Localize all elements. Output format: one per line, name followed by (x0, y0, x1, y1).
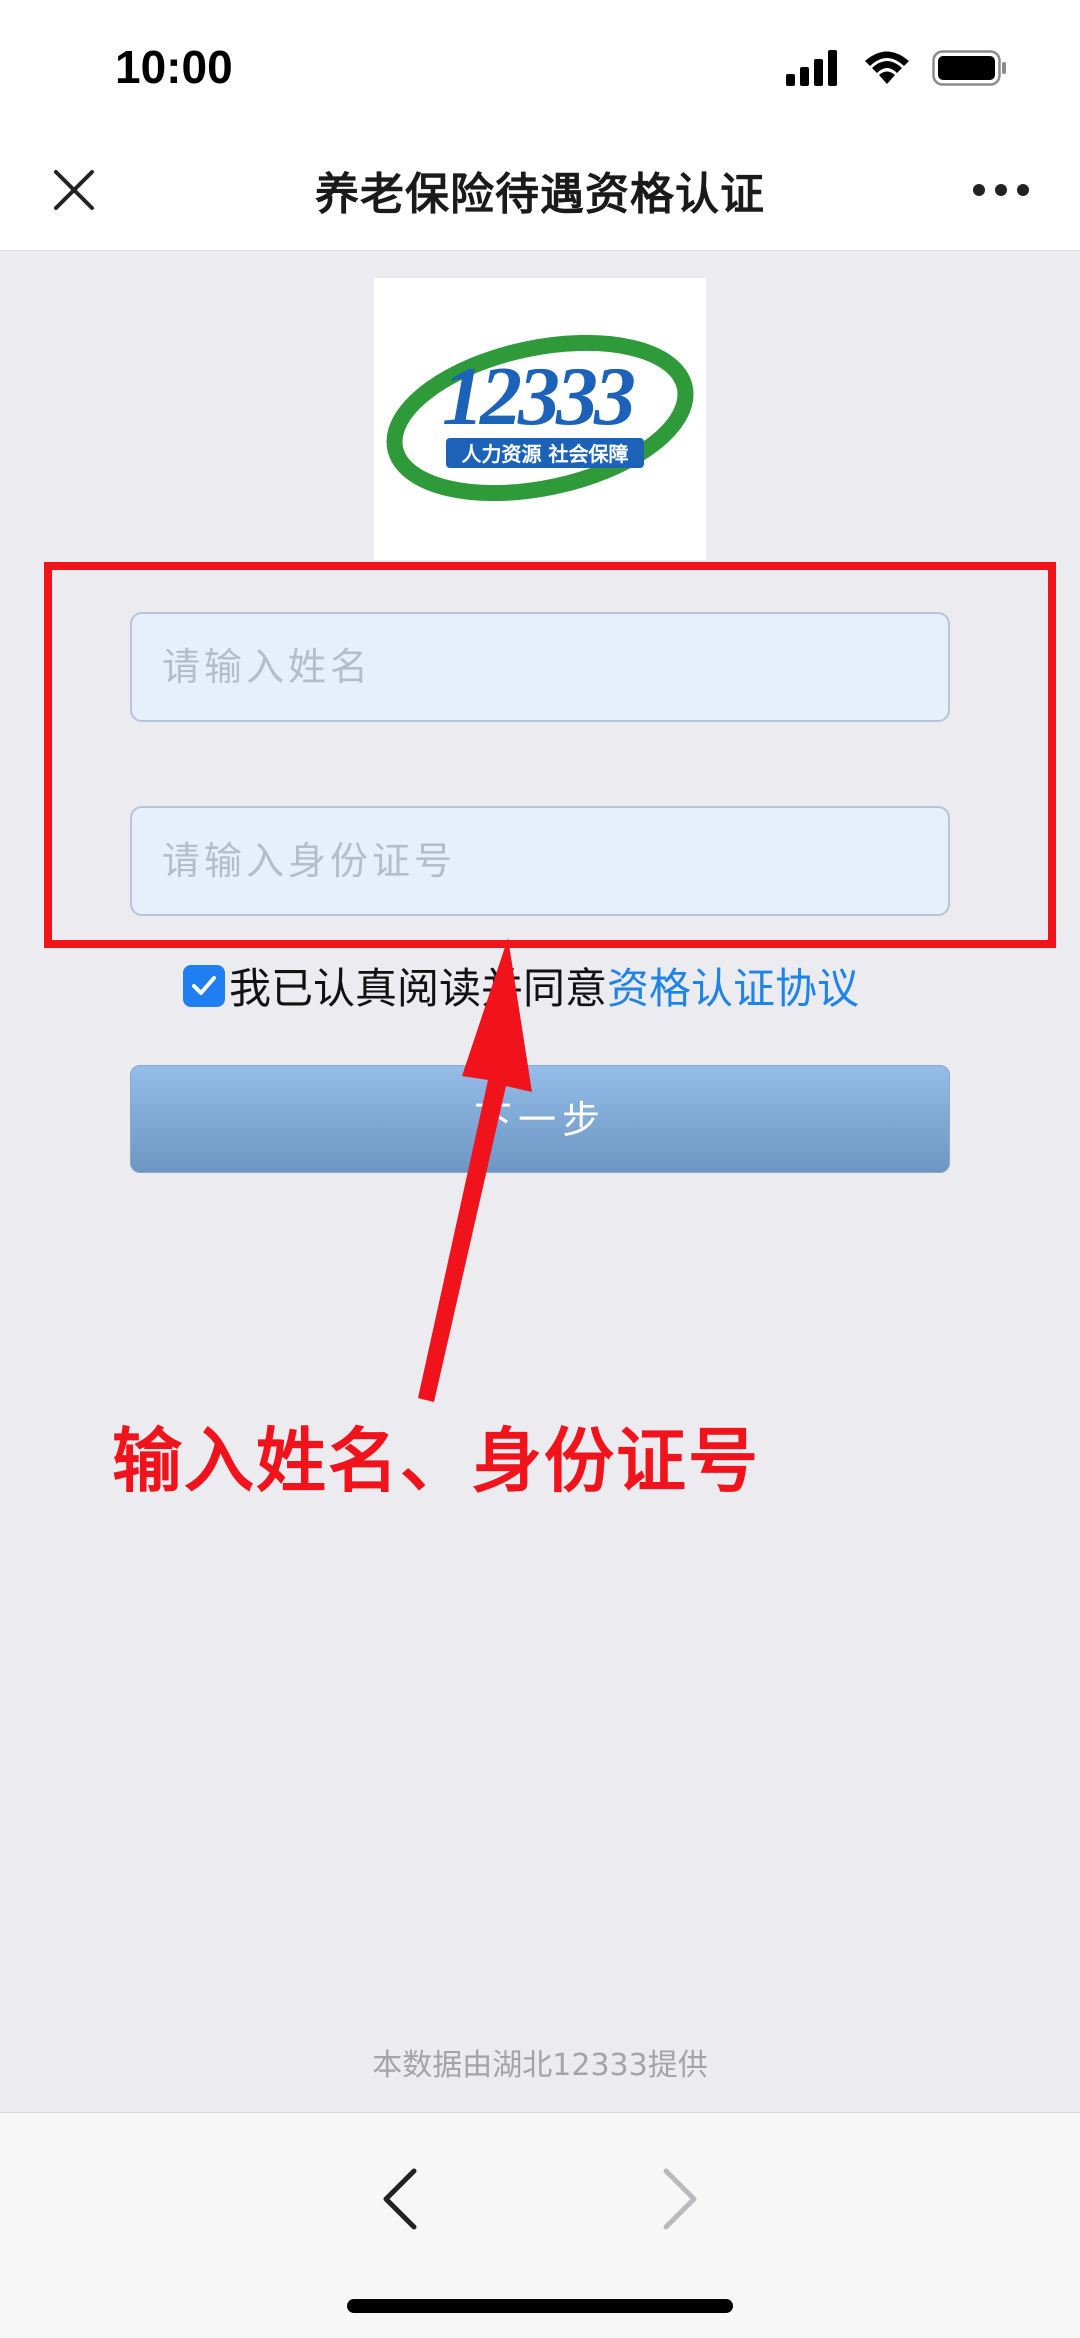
agreement-checkbox[interactable] (183, 964, 225, 1007)
page-title: 养老保险待遇资格认证 (315, 169, 765, 220)
login-form (130, 612, 950, 916)
status-time: 10:00 (115, 41, 233, 93)
logo-graphic: 12333 人力资源 社会保障 (386, 334, 694, 502)
logo-number: 12333 (442, 350, 634, 443)
close-icon[interactable] (50, 166, 98, 214)
battery-icon (932, 50, 1006, 86)
status-bar: 10:00 (0, 0, 1080, 130)
check-icon (192, 975, 216, 995)
wifi-icon (865, 51, 909, 84)
chevron-left-icon[interactable] (370, 2163, 430, 2235)
signal-icon (786, 50, 837, 86)
id-number-input[interactable] (130, 806, 950, 916)
annotation-arrow (418, 938, 532, 1402)
logo: 12333 人力资源 社会保障 (374, 278, 706, 560)
bottom-toolbar (0, 2112, 1080, 2338)
agreement-link[interactable]: 资格认证协议 (607, 955, 859, 1016)
logo-slogan: 人力资源 社会保障 (462, 442, 629, 466)
footer-note: 本数据由湖北12333提供 (372, 2048, 708, 2083)
annotation-text: 输入姓名、身份证号 (112, 1420, 760, 1502)
status-icons (786, 50, 1008, 86)
more-icon[interactable] (972, 180, 1030, 200)
name-input[interactable] (130, 612, 950, 722)
home-indicator (347, 2299, 733, 2313)
nav-bar: 养老保险待遇资格认证 (0, 130, 1080, 251)
chevron-right-icon[interactable] (650, 2163, 710, 2235)
